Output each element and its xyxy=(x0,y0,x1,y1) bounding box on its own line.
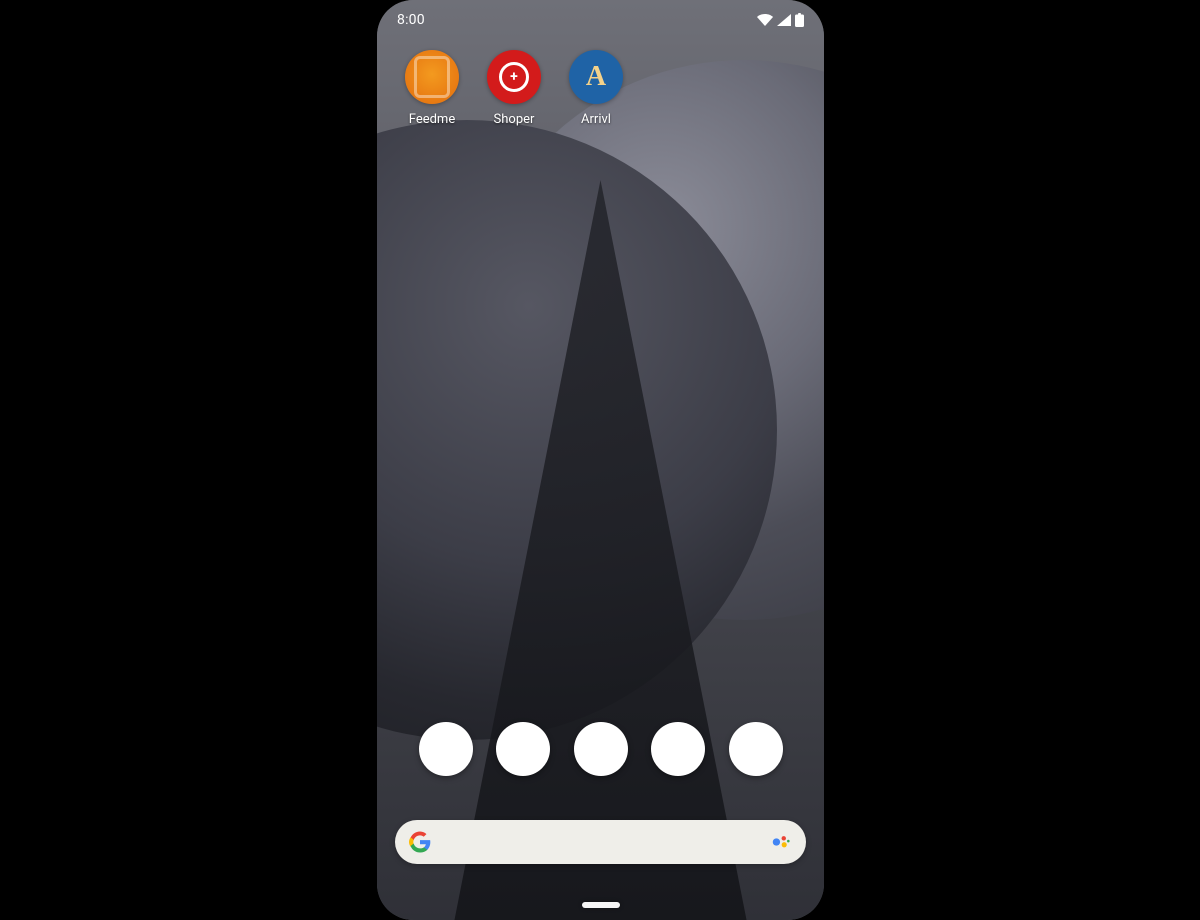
app-shoper[interactable]: Shoper xyxy=(473,50,555,127)
phone-frame: 8:00 Feedme Shoper xyxy=(377,0,824,920)
home-app-grid: Feedme Shoper A Arrivl xyxy=(377,50,824,127)
google-icon xyxy=(409,831,431,853)
battery-icon xyxy=(795,13,804,27)
dock-slot[interactable] xyxy=(419,722,473,776)
dock-slot[interactable] xyxy=(574,722,628,776)
dock-slot[interactable] xyxy=(729,722,783,776)
wallpaper xyxy=(377,0,824,920)
app-arrivl[interactable]: A Arrivl xyxy=(555,50,637,127)
wifi-icon xyxy=(757,14,773,26)
dock-slot[interactable] xyxy=(651,722,705,776)
cellular-icon xyxy=(777,14,791,26)
status-time: 8:00 xyxy=(397,12,425,28)
google-search-bar[interactable] xyxy=(395,820,806,864)
app-label: Arrivl xyxy=(581,112,611,127)
status-bar: 8:00 xyxy=(377,8,824,32)
search-input[interactable] xyxy=(431,820,770,864)
app-label: Shoper xyxy=(494,112,535,127)
assistant-icon[interactable] xyxy=(770,831,792,853)
app-feedme-icon xyxy=(405,50,459,104)
app-arrivl-icon: A xyxy=(569,50,623,104)
app-label: Feedme xyxy=(409,112,455,127)
app-shoper-icon xyxy=(487,50,541,104)
dock xyxy=(377,720,824,778)
dock-slot[interactable] xyxy=(496,722,550,776)
app-feedme[interactable]: Feedme xyxy=(391,50,473,127)
home-gesture-pill[interactable] xyxy=(582,902,620,908)
